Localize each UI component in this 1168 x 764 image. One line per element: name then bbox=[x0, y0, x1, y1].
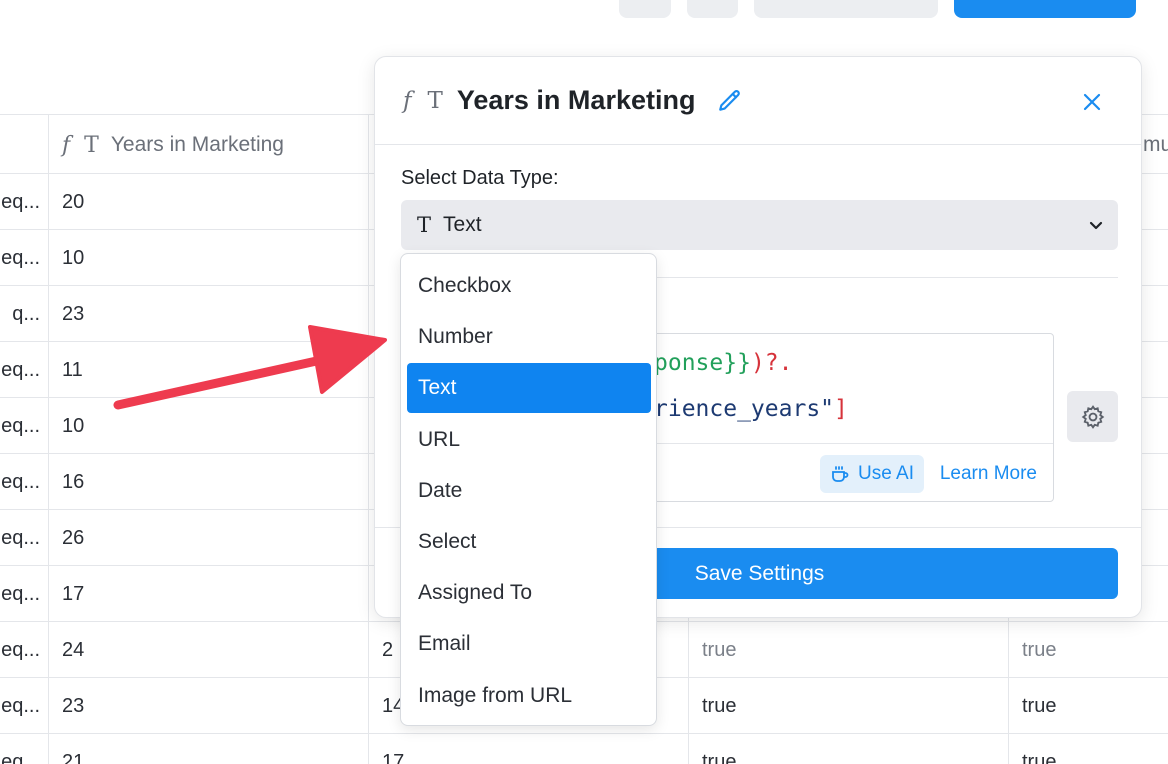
top-toolbar-input[interactable] bbox=[754, 0, 938, 18]
chevron-down-icon bbox=[1089, 221, 1103, 230]
table-cell[interactable]: 17 bbox=[49, 566, 369, 622]
table-cell[interactable]: true bbox=[689, 734, 1009, 764]
data-type-menu: Checkbox Number Text URL Date Select Assigned … bbox=[400, 253, 657, 726]
use-ai-button[interactable]: Use AI bbox=[820, 455, 924, 493]
menu-item-image-from-url[interactable]: Image from URL bbox=[407, 671, 651, 721]
editor-footer: Use AI Learn More bbox=[644, 443, 1053, 501]
table-cell[interactable]: true bbox=[689, 678, 1009, 734]
data-type-label: Select Data Type: bbox=[401, 167, 559, 189]
table-cell[interactable]: eq... bbox=[0, 342, 49, 398]
text-type-icon: T bbox=[84, 132, 99, 158]
menu-item-email[interactable]: Email bbox=[407, 619, 651, 669]
table-cell[interactable]: eq... bbox=[0, 454, 49, 510]
selected-type-label: Text bbox=[443, 213, 482, 236]
table-cell[interactable]: eq... bbox=[0, 510, 49, 566]
code-line: rience_years"] bbox=[654, 396, 848, 422]
table-cell[interactable]: 16 bbox=[49, 454, 369, 510]
table-cell[interactable]: eq... bbox=[0, 734, 49, 764]
table-cell[interactable]: eq... bbox=[0, 622, 49, 678]
table-cell[interactable]: true bbox=[1009, 734, 1168, 764]
header-cell-years-in-marketing[interactable]: f T Years in Marketing bbox=[49, 115, 369, 175]
text-type-icon: T bbox=[417, 213, 432, 237]
table-cell[interactable]: true bbox=[689, 622, 1009, 678]
table-cell[interactable]: 21 bbox=[49, 734, 369, 764]
table-cell[interactable]: 23 bbox=[49, 286, 369, 342]
menu-item-assigned-to[interactable]: Assigned To bbox=[407, 568, 651, 618]
table-cell[interactable]: true bbox=[1009, 678, 1168, 734]
table-cell[interactable]: q... bbox=[0, 286, 49, 342]
menu-item-url[interactable]: URL bbox=[407, 415, 651, 465]
table-cell[interactable]: 11 bbox=[49, 342, 369, 398]
top-toolbar-button[interactable] bbox=[687, 0, 738, 18]
text-type-icon: T bbox=[427, 87, 443, 114]
menu-item-checkbox[interactable]: Checkbox bbox=[407, 261, 651, 311]
data-type-select[interactable]: T Text bbox=[401, 200, 1118, 250]
table-cell[interactable]: eq... bbox=[0, 230, 49, 286]
pencil-icon[interactable] bbox=[717, 88, 743, 114]
formula-icon: f bbox=[403, 87, 412, 114]
close-icon[interactable] bbox=[1081, 91, 1103, 113]
coffee-cup-icon bbox=[832, 466, 849, 482]
table-cell[interactable]: true bbox=[1009, 622, 1168, 678]
table-cell[interactable]: eq... bbox=[0, 398, 49, 454]
table-cell[interactable]: 24 bbox=[49, 622, 369, 678]
menu-item-select[interactable]: Select bbox=[407, 517, 651, 567]
table-cell[interactable]: eq... bbox=[0, 174, 49, 230]
table-cell[interactable]: 10 bbox=[49, 230, 369, 286]
learn-more-link[interactable]: Learn More bbox=[940, 463, 1037, 485]
use-ai-label: Use AI bbox=[858, 463, 914, 484]
table-cell[interactable]: eq... bbox=[0, 566, 49, 622]
table-row[interactable]: eq... 21 17 true true bbox=[0, 734, 1168, 764]
formula-icon: f bbox=[62, 132, 71, 158]
table-cell[interactable]: 10 bbox=[49, 398, 369, 454]
top-toolbar-primary-button[interactable] bbox=[954, 0, 1136, 18]
menu-item-date[interactable]: Date bbox=[407, 466, 651, 516]
table-cell[interactable]: eq... bbox=[0, 678, 49, 734]
panel-title: Years in Marketing bbox=[456, 85, 696, 115]
menu-item-number[interactable]: Number bbox=[407, 312, 651, 362]
panel-header: f T Years in Marketing bbox=[375, 57, 1141, 145]
table-cell[interactable]: 20 bbox=[49, 174, 369, 230]
table-cell[interactable]: 23 bbox=[49, 678, 369, 734]
formula-editor[interactable]: ponse}})?. rience_years"] Use AI Learn M… bbox=[643, 333, 1054, 502]
table-cell[interactable]: 17 bbox=[369, 734, 689, 764]
formula-settings-button[interactable] bbox=[1067, 391, 1118, 442]
table-cell[interactable]: 26 bbox=[49, 510, 369, 566]
gear-icon bbox=[1081, 404, 1104, 429]
top-toolbar-button[interactable] bbox=[619, 0, 671, 18]
header-cell bbox=[0, 115, 49, 175]
header-label: mu bbox=[1143, 133, 1168, 156]
code-line: ponse}})?. bbox=[654, 350, 793, 376]
header-label: Years in Marketing bbox=[110, 133, 284, 156]
menu-item-text[interactable]: Text bbox=[407, 363, 651, 414]
